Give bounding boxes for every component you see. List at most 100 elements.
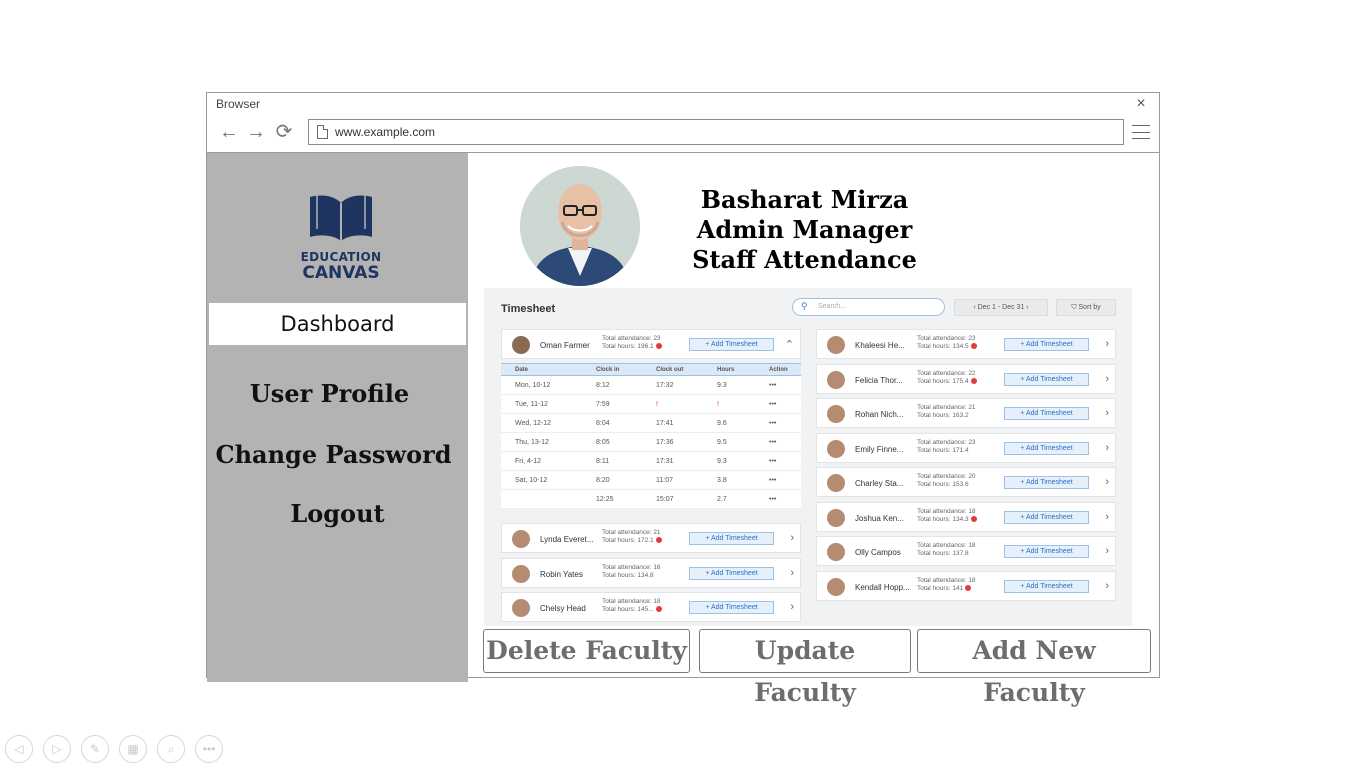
table-cell: 11:07 [656, 477, 673, 484]
chevron-right-icon[interactable]: › [1105, 442, 1109, 454]
employee-card[interactable]: Robin Yates Total attendance: 16 Total hou… [501, 557, 801, 588]
employee-card[interactable]: Felicia Thor... Total attendance: 22 Total… [816, 363, 1116, 394]
sidebar-item-logout[interactable]: Logout [207, 499, 468, 528]
reload-icon[interactable]: ⟳ [273, 121, 295, 143]
employee-stats: Total attendance: 23 Total hours: 171.4 [917, 439, 976, 455]
row-actions-button[interactable]: ••• [769, 477, 776, 484]
attendance-text: Total attendance: 21 [917, 404, 976, 411]
update-faculty-button[interactable]: Update Faculty [699, 629, 911, 707]
add-timesheet-button[interactable]: + Add Timesheet [1004, 476, 1089, 489]
table-cell: 9.6 [717, 420, 727, 427]
add-new-faculty-button[interactable]: Add New Faculty [917, 629, 1151, 707]
table-cell: 8:05 [596, 439, 610, 446]
employee-name: Charley Sta... [855, 479, 904, 488]
sidebar-item-dashboard[interactable]: Dashboard [209, 303, 466, 345]
add-timesheet-button[interactable]: + Add Timesheet [689, 566, 774, 580]
chevron-right-icon[interactable]: › [1105, 545, 1109, 557]
chevron-up-icon[interactable]: ⌃ [785, 338, 794, 351]
employee-stats: Total attendance: 21 Total hours: 163.2 [917, 404, 976, 420]
add-timesheet-button[interactable]: + Add Timesheet [1004, 338, 1089, 351]
add-timesheet-button[interactable]: + Add Timesheet [689, 601, 774, 614]
chevron-right-icon[interactable]: › [1105, 373, 1109, 385]
table-cell: 17:32 [656, 382, 674, 389]
hours-text: Total hours: 153.6 [917, 481, 969, 488]
browser-window: Browser × ← → ⟳ www.example.com EDUCATIO… [203, 92, 1160, 707]
table-cell: 2.7 [717, 496, 727, 503]
employee-card[interactable]: Emily Finne... Total attendance: 23 Total … [816, 432, 1116, 463]
alert-dot [970, 515, 977, 522]
menu-icon[interactable] [1132, 125, 1150, 139]
chevron-right-icon[interactable]: › [1105, 511, 1109, 523]
row-actions-button[interactable]: ••• [769, 496, 776, 503]
add-timesheet-button[interactable]: + Add Timesheet [1004, 510, 1089, 524]
sidebar-item-change-password[interactable]: Change Password [203, 440, 464, 469]
previous-slide-icon[interactable]: ◁ [5, 735, 33, 763]
hours-text: Total hours: 137.8 [917, 550, 969, 557]
employee-name: Lynda Everet... [540, 535, 594, 544]
employee-stats: Total attendance: 18 Total hours: 141 [917, 577, 976, 593]
hours-text: Total hours: 171.4 [917, 446, 969, 454]
date-range-picker[interactable]: ‹ Dec 1 - Dec 31 › [954, 299, 1048, 316]
add-timesheet-button[interactable]: + Add Timesheet [689, 338, 774, 351]
chevron-right-icon[interactable]: › [790, 532, 794, 544]
delete-faculty-button[interactable]: Delete Faculty [483, 629, 690, 673]
row-actions-button[interactable]: ••• [769, 458, 776, 465]
column-header: Hours [717, 367, 735, 373]
hours-text: Total hours: 134.3 [917, 515, 969, 523]
add-timesheet-button[interactable]: + Add Timesheet [1004, 407, 1089, 420]
avatar [512, 599, 530, 617]
chevron-right-icon[interactable]: › [1105, 338, 1109, 350]
employee-card[interactable]: Olly Campos Total attendance: 18 Total hou… [816, 536, 1116, 566]
table-row: Thu, 13-12 8:05 17:36 9.5 ••• [501, 433, 801, 452]
sidebar-item-user-profile[interactable]: User Profile [199, 379, 460, 408]
table-header: Date Clock in Clock out Hours Action [501, 363, 801, 376]
add-timesheet-button[interactable]: + Add Timesheet [1004, 545, 1089, 558]
zoom-icon[interactable]: ⌕ [157, 735, 185, 763]
employee-card-expanded[interactable]: Oman Farmer Total attendance: 23 Total h… [501, 329, 801, 359]
table-cell: Wed, 12-12 [515, 420, 552, 427]
add-timesheet-button[interactable]: + Add Timesheet [1004, 579, 1089, 593]
avatar [827, 508, 845, 527]
attendance-text: Total attendance: 18 [602, 598, 661, 605]
alert-dot [965, 584, 972, 591]
pen-icon[interactable]: ✎ [81, 735, 109, 763]
slides-grid-icon[interactable]: ▦ [119, 735, 147, 763]
close-icon[interactable]: × [1133, 96, 1149, 112]
employee-card[interactable]: Khaleesi He... Total attendance: 23 Total … [816, 329, 1116, 359]
timesheet-image: Timesheet ⚲ Search... ‹ Dec 1 - Dec 31 ›… [484, 288, 1132, 626]
chevron-right-icon[interactable]: › [1105, 407, 1109, 419]
chevron-right-icon[interactable]: › [1105, 580, 1109, 592]
employee-name: Joshua Ken... [855, 513, 904, 523]
more-options-icon[interactable]: ••• [195, 735, 223, 763]
employee-card[interactable]: Rohan Nich... Total attendance: 21 Total h… [816, 398, 1116, 428]
next-slide-icon[interactable]: ▷ [43, 735, 71, 763]
add-timesheet-button[interactable]: + Add Timesheet [1004, 372, 1089, 386]
add-timesheet-button[interactable]: + Add Timesheet [689, 532, 774, 545]
row-actions-button[interactable]: ••• [769, 420, 776, 427]
row-actions-button[interactable]: ••• [769, 382, 776, 389]
address-bar[interactable]: www.example.com [308, 119, 1124, 145]
profile-role: Admin Manager [696, 215, 913, 244]
row-actions-button[interactable]: ••• [769, 439, 776, 446]
row-actions-button[interactable]: ••• [769, 401, 776, 408]
chevron-right-icon[interactable]: › [790, 601, 794, 613]
sort-button[interactable]: ⛉ Sort by [1056, 299, 1116, 316]
employee-stats: Total attendance: 23 Total hours: 134.5 [917, 335, 977, 351]
chevron-right-icon[interactable]: › [790, 567, 794, 579]
employee-card[interactable]: Kendall Hopp... Total attendance: 18 Total… [816, 570, 1116, 601]
back-arrow-icon[interactable]: ← [218, 121, 240, 143]
attendance-text: Total attendance: 16 [602, 563, 661, 571]
employee-card[interactable]: Joshua Ken... Total attendance: 18 Total h… [816, 501, 1116, 532]
add-timesheet-button[interactable]: + Add Timesheet [1004, 441, 1089, 455]
employee-stats: Total attendance: 21 Total hours: 172.1 [602, 529, 662, 545]
employee-card[interactable]: Lynda Everet... Total attendance: 21 Total… [501, 523, 801, 553]
table-cell: 8:12 [596, 382, 610, 389]
timesheet-search[interactable]: ⚲ Search... [792, 298, 945, 316]
attendance-text: Total attendance: 22 [917, 369, 976, 377]
chevron-right-icon[interactable]: › [1105, 476, 1109, 488]
forward-arrow-icon[interactable]: → [245, 121, 267, 143]
employee-stats: Total attendance: 18 Total hours: 137.8 [917, 542, 976, 558]
employee-card[interactable]: Charley Sta... Total attendance: 20 Total … [816, 467, 1116, 497]
employee-card[interactable]: Chelsy Head Total attendance: 18 Total hou… [501, 592, 801, 622]
table-row: Fri, 4-12 8:11 17:31 9.3 ••• [501, 452, 801, 471]
